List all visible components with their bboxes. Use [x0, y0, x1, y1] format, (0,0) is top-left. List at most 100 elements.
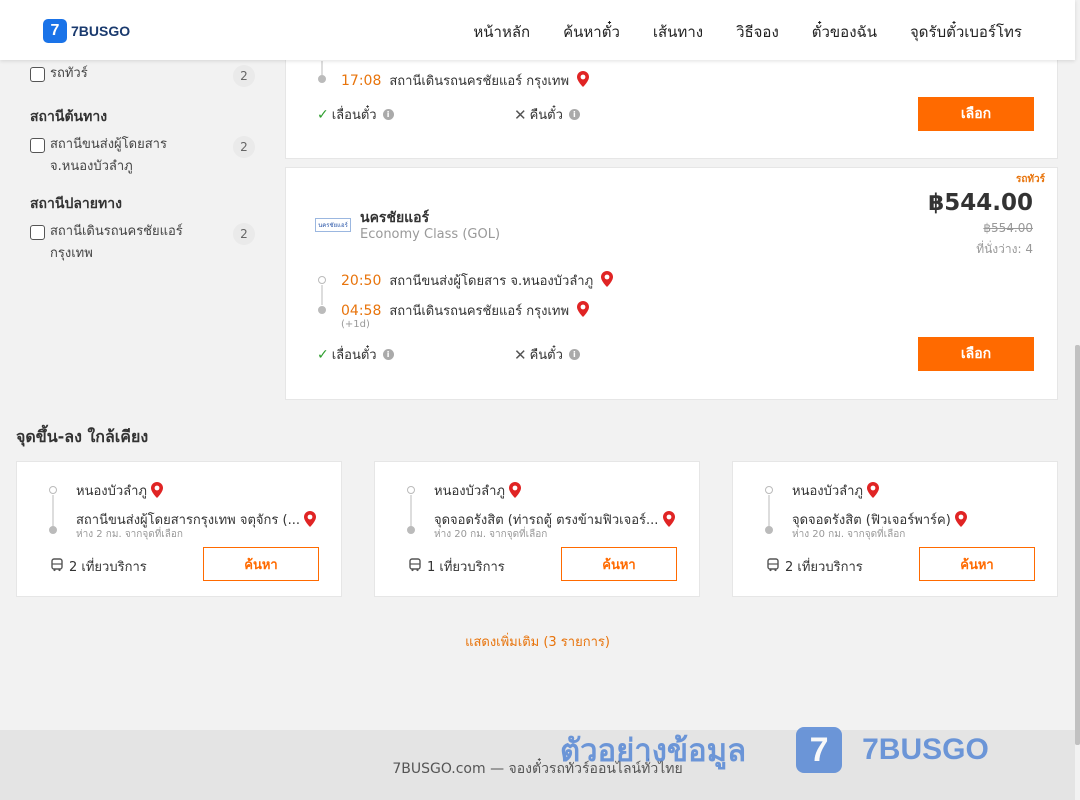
- arrival-row: 04:58 สถานีเดินรถนครชัยแอร์ กรุงเทพ: [341, 300, 590, 321]
- search-button[interactable]: ค้นหา: [561, 547, 677, 581]
- map-pin-icon[interactable]: [304, 510, 317, 531]
- info-icon[interactable]: i: [568, 349, 580, 360]
- check-icon: ✓: [317, 106, 329, 123]
- to-dot: [407, 526, 415, 534]
- watermark-brand: 7BUSGO: [862, 733, 989, 766]
- info-icon[interactable]: i: [382, 109, 394, 120]
- nearby-card: หนองบัวลำภู จุดจอดรังสิต (ท่ารถตู้ ตรงข้…: [374, 461, 700, 597]
- checkbox[interactable]: [30, 225, 45, 240]
- checkbox[interactable]: [30, 67, 45, 82]
- filter-origin-station[interactable]: สถานีขนส่งผู้โดยสาร จ.หนองบัวลำภู 2: [30, 134, 255, 178]
- trips-label: 2 เที่ยวบริการ: [785, 560, 863, 575]
- reschedule-label: เลื่อนตั๋ว: [331, 108, 377, 123]
- nearby-distance: ห่าง 20 กม. จากจุดที่เลือก: [792, 529, 906, 540]
- checkbox[interactable]: [30, 138, 45, 153]
- filter-count-badge: 2: [233, 223, 255, 245]
- info-icon[interactable]: i: [568, 109, 580, 120]
- nav-ticket-by-phone[interactable]: จุดรับตั๋วเบอร์โทร: [910, 20, 1022, 44]
- nearby-trips: 2 เที่ยวบริการ: [766, 556, 863, 577]
- arrival-station: สถานีเดินรถนครชัยแอร์ กรุงเทพ: [389, 74, 570, 89]
- arrival-row: 17:08 สถานีเดินรถนครชัยแอร์ กรุงเทพ: [341, 70, 590, 91]
- filter-label: สถานีขนส่งผู้โดยสาร จ.หนองบัวลำภู: [50, 137, 167, 174]
- to-dot: [49, 526, 57, 534]
- from-label: หนองบัวลำภู: [76, 484, 147, 499]
- search-button[interactable]: ค้นหา: [203, 547, 319, 581]
- operator-logo: นครชัยแอร์: [315, 218, 351, 232]
- arrival-dot: [318, 75, 326, 83]
- nav-my-tickets[interactable]: ตั๋วของฉัน: [812, 20, 877, 44]
- bus-icon: [50, 557, 64, 576]
- map-pin-icon[interactable]: [577, 70, 590, 91]
- map-pin-icon[interactable]: [954, 510, 967, 531]
- check-icon: ✓: [317, 346, 329, 363]
- from-label: หนองบัวลำภู: [434, 484, 505, 499]
- select-button[interactable]: เลือก: [918, 97, 1034, 131]
- bus-class: Economy Class (GOL): [360, 227, 501, 242]
- nearby-from: หนองบัวลำภู: [76, 480, 164, 502]
- nearby-distance: ห่าง 20 กม. จากจุดที่เลือก: [434, 529, 548, 540]
- reschedule-perk: ✓ เลื่อนตั๋ว i: [317, 104, 394, 125]
- departure-station: สถานีขนส่งผู้โดยสาร จ.หนองบัวลำภู: [389, 274, 594, 289]
- refund-perk: ✕ คืนตั๋ว i: [514, 344, 580, 365]
- reschedule-label: เลื่อนตั๋ว: [331, 348, 377, 363]
- nearby-from: หนองบัวลำภู: [792, 480, 880, 502]
- watermark-logo-icon: 7: [796, 727, 843, 773]
- departure-time: 20:50: [341, 272, 382, 289]
- to-label: จุดจอดรังสิต (ท่ารถตู้ ตรงข้ามฟิวเจอร์..…: [434, 513, 659, 528]
- trips-label: 2 เที่ยวบริการ: [69, 560, 147, 575]
- filter-tour[interactable]: รถทัวร์ 2: [30, 63, 255, 87]
- main-nav: หน้าหลัก ค้นหาตั๋ว เส้นทาง วิธีจอง ตั๋วข…: [473, 20, 1022, 44]
- nav-how-to-book[interactable]: วิธีจอง: [736, 20, 779, 44]
- map-pin-icon[interactable]: [601, 270, 614, 291]
- trip-card: รถทัวร์ นครชัยแอร์ นครชัยแอร์ Economy Cl…: [285, 167, 1058, 400]
- scrollbar-thumb[interactable]: [1075, 345, 1080, 745]
- nav-search-ticket[interactable]: ค้นหาตั๋ว: [563, 20, 620, 44]
- nav-home[interactable]: หน้าหลัก: [473, 20, 530, 44]
- tour-tag: รถทัวร์: [1015, 174, 1045, 185]
- from-dot: [765, 486, 773, 494]
- filter-count-badge: 2: [233, 65, 255, 87]
- map-pin-icon[interactable]: [662, 510, 675, 531]
- map-pin-icon[interactable]: [577, 300, 590, 321]
- origin-heading: สถานีต้นทาง: [30, 109, 108, 125]
- price: ฿544.00: [928, 190, 1033, 216]
- nearby-trips: 1 เที่ยวบริการ: [408, 556, 505, 577]
- nearby-from: หนองบัวลำภู: [434, 480, 522, 502]
- route-line: [52, 495, 54, 527]
- arrival-dot: [318, 306, 326, 314]
- arrival-station: สถานีเดินรถนครชัยแอร์ กรุงเทพ: [389, 304, 570, 319]
- trips-label: 1 เที่ยวบริการ: [427, 560, 505, 575]
- select-button[interactable]: เลือก: [918, 337, 1034, 371]
- filter-destination-station[interactable]: สถานีเดินรถนครชัยแอร์ กรุงเทพ 2: [30, 221, 255, 265]
- show-more-link[interactable]: แสดงเพิ่มเติม (3 รายการ): [0, 631, 1075, 652]
- old-price: ฿554.00: [983, 221, 1033, 235]
- search-button[interactable]: ค้นหา: [919, 547, 1035, 581]
- reschedule-perk: ✓ เลื่อนตั๋ว i: [317, 344, 394, 365]
- watermark-thai-text: ตัวอย่างข้อมูล: [560, 733, 747, 769]
- nearby-section-title: จุดขึ้น-ลง ใกล้เคียง: [16, 427, 149, 446]
- refund-perk: ✕ คืนตั๋ว i: [514, 104, 580, 125]
- departure-dot: [318, 276, 326, 284]
- nav-routes[interactable]: เส้นทาง: [653, 20, 703, 44]
- map-pin-icon[interactable]: [151, 481, 164, 502]
- refund-label: คืนตั๋ว: [529, 348, 563, 363]
- refund-label: คืนตั๋ว: [529, 108, 563, 123]
- x-icon: ✕: [514, 345, 527, 364]
- arrival-time: 04:58: [341, 302, 382, 319]
- destination-heading: สถานีปลายทาง: [30, 196, 122, 212]
- from-label: หนองบัวลำภู: [792, 484, 863, 499]
- watermark: ตัวอย่างข้อมูล 7 7BUSGO: [560, 725, 989, 775]
- filter-count-badge: 2: [233, 136, 255, 158]
- to-dot: [765, 526, 773, 534]
- nearby-distance: ห่าง 2 กม. จากจุดที่เลือก: [76, 529, 183, 540]
- route-line: [321, 61, 323, 75]
- top-header: 7 7BUSGO หน้าหลัก ค้นหาตั๋ว เส้นทาง วิธี…: [0, 0, 1075, 60]
- bus-icon: [408, 557, 422, 576]
- route-line: [768, 495, 770, 527]
- info-icon[interactable]: i: [382, 349, 394, 360]
- map-pin-icon[interactable]: [867, 481, 880, 502]
- map-pin-icon[interactable]: [509, 481, 522, 502]
- nearby-card: หนองบัวลำภู จุดจอดรังสิต (ฟิวเจอร์พาร์ค)…: [732, 461, 1058, 597]
- to-label: สถานีขนส่งผู้โดยสารกรุงเทพ จตุจักร (...: [76, 513, 300, 528]
- brand-logo[interactable]: 7 7BUSGO: [43, 19, 130, 43]
